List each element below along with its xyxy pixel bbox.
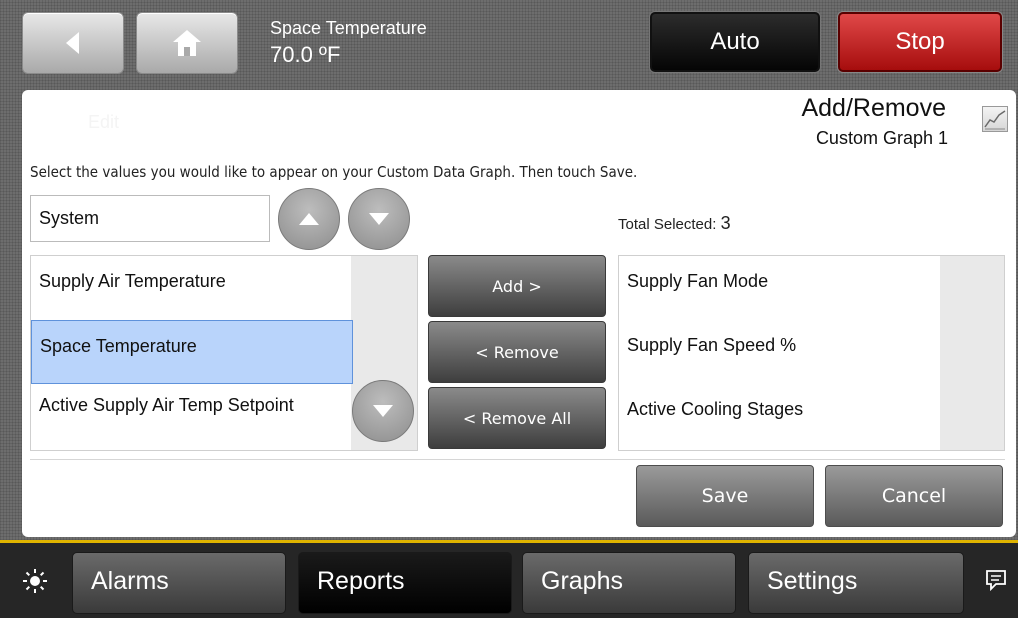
cancel-button[interactable]: Cancel — [825, 465, 1003, 527]
header-value: 70.0 ºF — [270, 42, 341, 67]
back-button[interactable] — [22, 12, 124, 74]
list-item-selected[interactable]: Space Temperature — [31, 320, 353, 384]
bottom-nav: Alarms Reports Graphs Settings — [0, 540, 1018, 618]
list-item-label: Supply Air Temperature — [39, 271, 226, 291]
total-selected-value: 3 — [720, 213, 731, 233]
category-select[interactable]: System — [30, 195, 270, 242]
list-item[interactable]: Supply Fan Speed % — [619, 320, 939, 384]
available-values-list: Supply Air Temperature Space Temperature… — [30, 255, 418, 451]
category-down-button[interactable] — [348, 188, 410, 250]
list-item[interactable]: Supply Air Temperature — [31, 256, 353, 320]
list-item[interactable]: Active Supply Air Temp Setpoint — [31, 384, 353, 448]
stop-button[interactable]: Stop — [838, 12, 1002, 72]
list-item[interactable]: Active Cooling Stages — [619, 384, 939, 448]
back-arrow-icon — [66, 32, 79, 54]
message-icon[interactable] — [984, 568, 1008, 592]
add-remove-panel: Edit Add/Remove Custom Graph 1 Select th… — [22, 90, 1016, 537]
auto-button[interactable]: Auto — [650, 12, 820, 72]
home-icon — [173, 30, 201, 56]
remove-button[interactable]: < Remove — [428, 321, 606, 383]
list-item[interactable]: Supply Fan Mode — [619, 256, 939, 320]
total-selected-label: Total Selected: — [618, 216, 717, 233]
chevron-up-icon — [299, 213, 319, 225]
list-item-label: Supply Fan Speed % — [627, 335, 797, 355]
home-button[interactable] — [136, 12, 238, 74]
panel-title: Add/Remove — [801, 94, 946, 122]
available-scroll-down-button[interactable] — [352, 380, 414, 442]
chevron-down-icon — [369, 213, 389, 225]
list-item-label: Supply Fan Mode — [627, 271, 769, 291]
instruction-text: Select the values you would like to appe… — [30, 163, 638, 181]
selected-list-scrollbar[interactable] — [940, 256, 1004, 450]
edit-label: Edit — [88, 112, 120, 132]
category-up-button[interactable] — [278, 188, 340, 250]
remove-all-button[interactable]: < Remove All — [428, 387, 606, 449]
line-graph-icon[interactable] — [982, 106, 1008, 132]
header-title: Space Temperature — [270, 18, 427, 38]
nav-alarms[interactable]: Alarms — [72, 552, 286, 614]
list-item-label: Active Cooling Stages — [627, 399, 804, 419]
save-button[interactable]: Save — [636, 465, 814, 527]
divider — [30, 459, 1005, 460]
panel-subtitle: Custom Graph 1 — [815, 128, 948, 148]
add-button[interactable]: Add > — [428, 255, 606, 317]
list-item-label: Space Temperature — [40, 336, 197, 356]
nav-reports[interactable]: Reports — [298, 552, 512, 614]
total-selected: Total Selected: 3 — [618, 213, 731, 234]
list-item-label: Active Supply Air Temp Setpoint — [39, 395, 294, 415]
chevron-down-icon — [373, 405, 393, 417]
selected-values-list: Supply Fan Mode Supply Fan Speed % Activ… — [618, 255, 1005, 451]
sun-icon[interactable] — [22, 568, 48, 594]
nav-settings[interactable]: Settings — [748, 552, 964, 614]
nav-graphs[interactable]: Graphs — [522, 552, 736, 614]
